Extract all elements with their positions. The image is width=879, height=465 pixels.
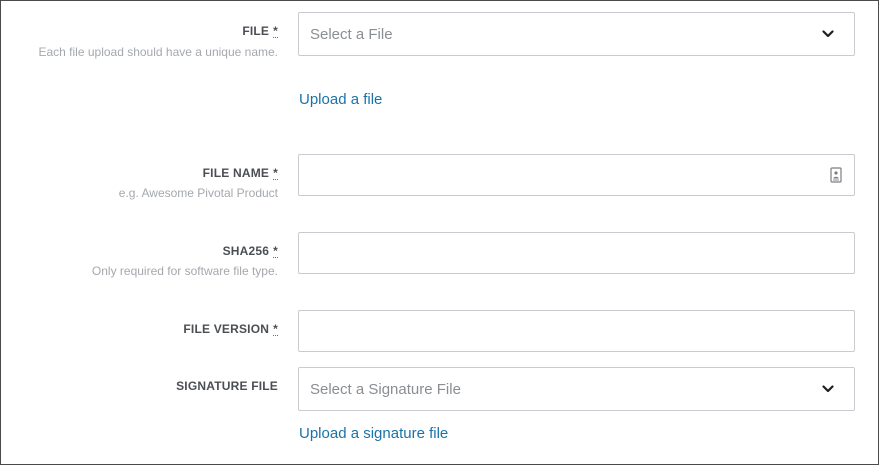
file-name-input[interactable] [298, 154, 855, 196]
file-name-label-text: FILE NAME [202, 166, 270, 180]
file-version-label-group: FILE VERSION * [1, 321, 278, 337]
upload-signature-file-link[interactable]: Upload a signature file [299, 425, 448, 442]
required-marker: * [273, 322, 278, 336]
file-name-label: FILE NAME * [1, 165, 278, 181]
required-marker: * [273, 24, 278, 38]
file-label-text: FILE [242, 24, 270, 38]
file-version-label: FILE VERSION * [1, 321, 278, 337]
file-version-input[interactable] [298, 310, 855, 352]
upload-file-link[interactable]: Upload a file [299, 91, 382, 108]
file-label-group: FILE * Each file upload should have a uni… [1, 23, 278, 60]
file-select-placeholder: Select a File [310, 25, 393, 43]
file-select[interactable]: Select a File [298, 12, 855, 56]
file-name-hint: e.g. Awesome Pivotal Product [118, 186, 278, 200]
sha256-label-text: SHA256 [222, 244, 270, 258]
signature-file-select[interactable]: Select a Signature File [298, 367, 855, 411]
upload-form: FILE * Each file upload should have a uni… [0, 0, 879, 465]
sha256-label-group: SHA256 * Only required for software file … [1, 243, 278, 279]
chevron-down-icon [822, 385, 834, 393]
signature-file-label-group: SIGNATURE FILE [1, 378, 278, 394]
sha256-input[interactable] [298, 232, 855, 274]
chevron-down-icon [822, 30, 834, 38]
required-marker: * [273, 166, 278, 180]
sha256-label: SHA256 * [1, 243, 278, 259]
file-hint: Each file upload should have a unique na… [38, 45, 278, 59]
sha256-hint: Only required for software file type. [91, 264, 278, 278]
file-name-label-group: FILE NAME * e.g. Awesome Pivotal Product [1, 165, 278, 201]
file-version-label-text: FILE VERSION [183, 322, 270, 336]
signature-file-select-placeholder: Select a Signature File [310, 380, 461, 398]
required-marker: * [273, 244, 278, 258]
contact-card-icon[interactable] [830, 167, 842, 183]
signature-file-label: SIGNATURE FILE [176, 379, 278, 393]
file-label: FILE * [1, 23, 278, 39]
